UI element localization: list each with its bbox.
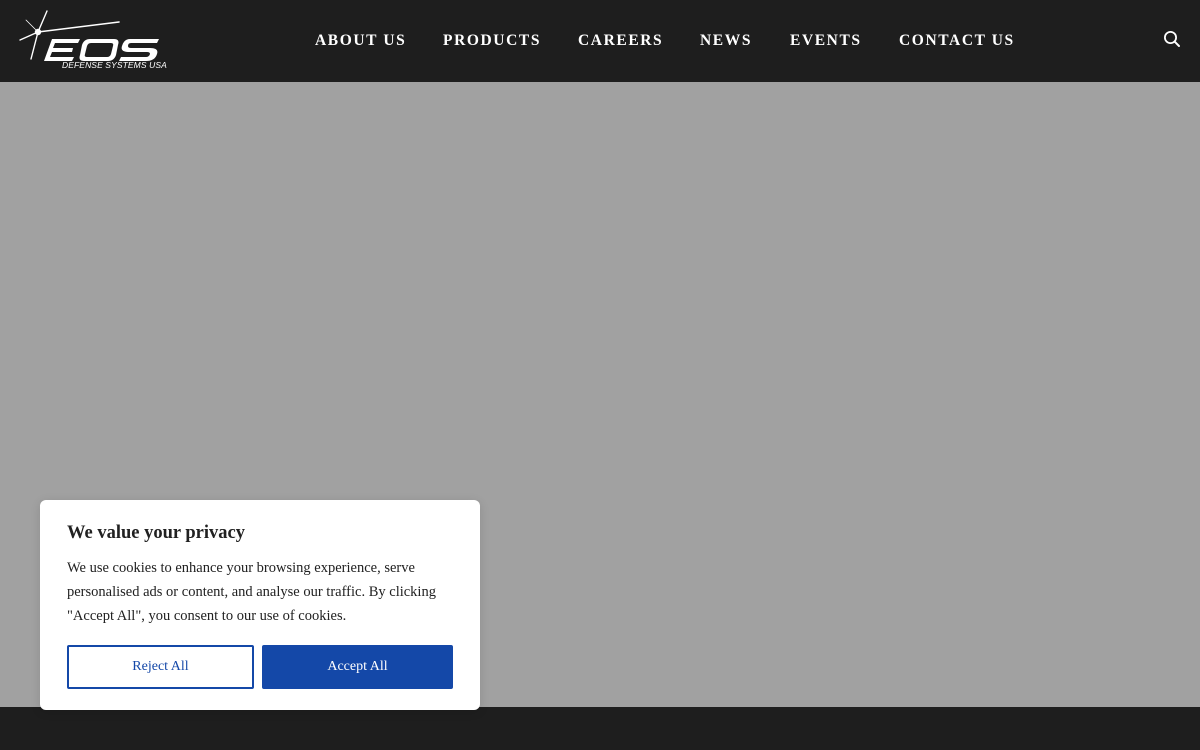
nav-item-contact-us[interactable]: CONTACT US [899,32,1015,50]
main-nav: ABOUT US PRODUCTS CAREERS NEWS EVENTS CO… [0,0,1200,82]
cookie-title: We value your privacy [67,523,245,543]
search-button[interactable] [1162,29,1182,49]
nav-item-events[interactable]: EVENTS [790,32,862,50]
nav-item-news[interactable]: NEWS [700,32,752,50]
cookie-description: We use cookies to enhance your browsing … [67,560,436,624]
nav-item-products[interactable]: PRODUCTS [443,32,541,50]
reject-all-button[interactable]: Reject All [67,645,254,689]
search-icon [1164,31,1180,47]
site-header: DEFENSE SYSTEMS USA ABOUT US PRODUCTS CA… [0,0,1200,82]
accept-all-button[interactable]: Accept All [262,645,453,689]
cookie-consent-banner: We value your privacy We use cookies to … [40,500,480,710]
footer-strip [0,707,1200,750]
nav-item-careers[interactable]: CAREERS [578,32,663,50]
nav-item-about-us[interactable]: ABOUT US [315,32,406,50]
